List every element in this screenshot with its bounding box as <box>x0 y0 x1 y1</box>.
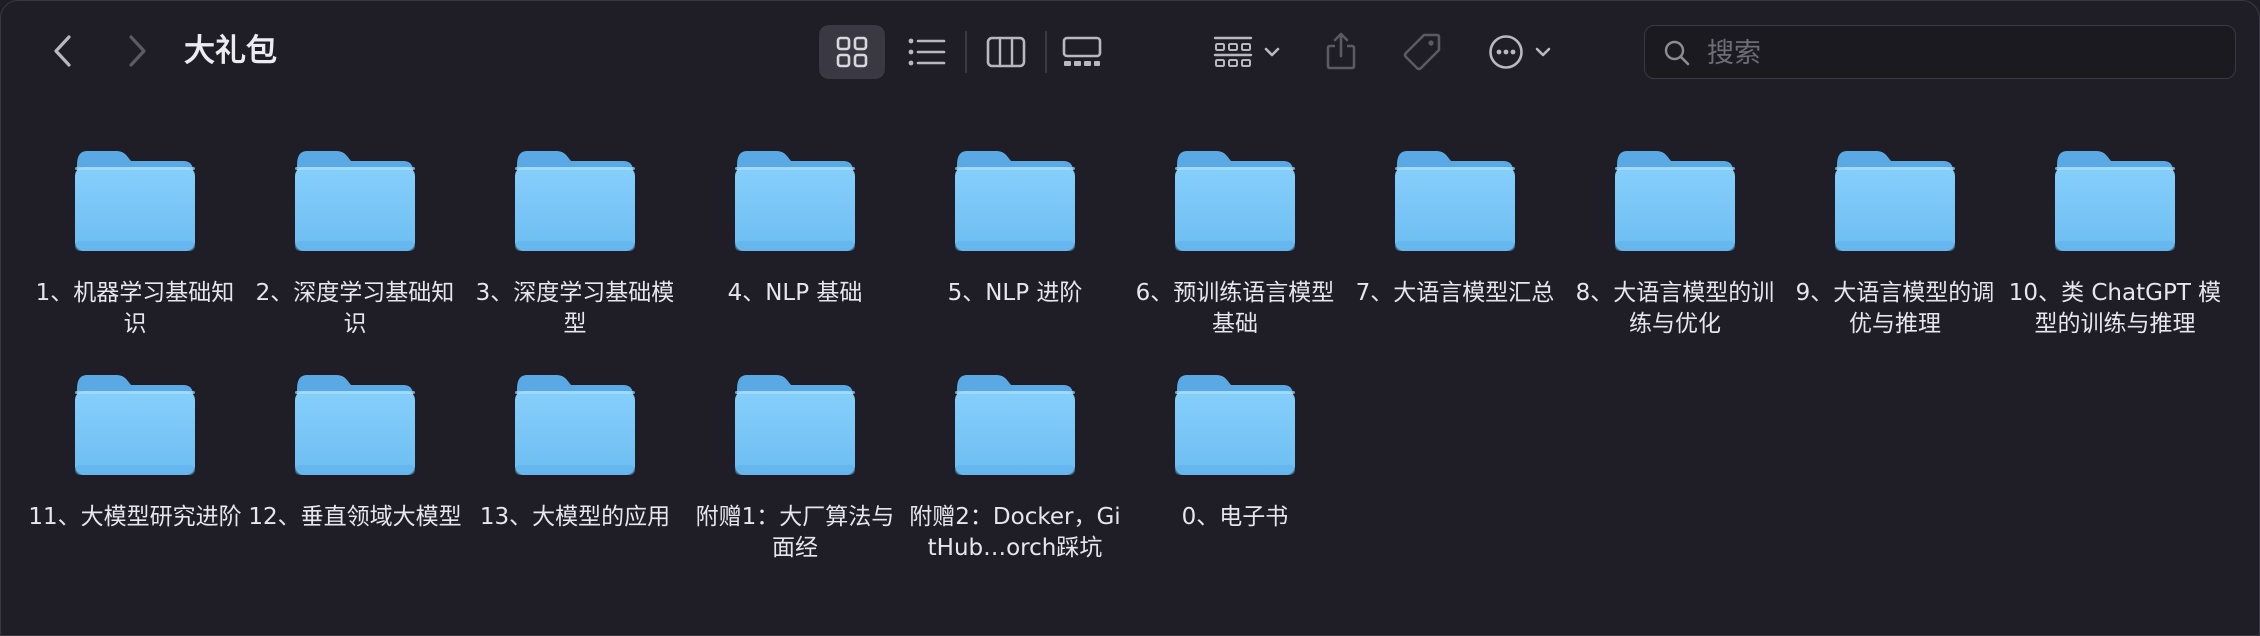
folder-name: 5、NLP 进阶 <box>947 280 1083 306</box>
folder-item[interactable]: 1、机器学习基础知识 <box>25 141 245 365</box>
share-button[interactable] <box>1319 23 1363 79</box>
search-input[interactable] <box>1705 32 2219 74</box>
list-view-button[interactable] <box>897 25 957 79</box>
more-actions-button[interactable] <box>1483 25 1557 79</box>
folder-name: 8、大语言模型的训练与优化 <box>1575 280 1775 337</box>
toolbar: 大礼包 <box>1 1 2259 101</box>
folder-item[interactable]: 附赠1：大厂算法与面经 <box>685 365 905 589</box>
folder-name: 附赠1：大厂算法与面经 <box>695 504 895 561</box>
folder-icon <box>735 151 855 251</box>
folder-name: 7、大语言模型汇总 <box>1355 280 1555 306</box>
folder-icon <box>955 151 1075 251</box>
folder-name: 9、大语言模型的调优与推理 <box>1795 280 1995 337</box>
ellipsis-circle-icon <box>1489 35 1523 69</box>
folder-name: 13、大模型的应用 <box>479 504 671 530</box>
folder-name: 0、电子书 <box>1181 504 1289 530</box>
folder-name: 1、机器学习基础知识 <box>35 280 235 337</box>
chevron-down-icon <box>1535 47 1551 57</box>
folder-icon <box>1615 151 1735 251</box>
folder-item[interactable]: 0、电子书 <box>1125 365 1345 589</box>
list-view-icon <box>908 38 946 66</box>
folder-icon <box>295 375 415 475</box>
folder-item[interactable]: 11、大模型研究进阶 <box>25 365 245 589</box>
folder-name: 附赠2：Docker，GitHub…orch踩坑 <box>909 504 1121 561</box>
folder-item[interactable]: 附赠2：Docker，GitHub…orch踩坑 <box>905 365 1125 589</box>
tag-button[interactable] <box>1395 25 1449 79</box>
column-view-button[interactable] <box>979 25 1033 79</box>
folder-name: 12、垂直领域大模型 <box>248 504 462 530</box>
group-by-icon <box>1213 36 1253 67</box>
chevron-left-icon <box>54 35 71 67</box>
search-field[interactable] <box>1644 25 2236 79</box>
chevron-down-icon <box>1264 47 1280 57</box>
folder-item[interactable]: 9、大语言模型的调优与推理 <box>1785 141 2005 365</box>
folder-name: 3、深度学习基础模型 <box>475 280 675 337</box>
folder-name: 6、预训练语言模型基础 <box>1135 280 1335 337</box>
folder-item[interactable]: 5、NLP 进阶 <box>905 141 1125 365</box>
folder-item[interactable]: 12、垂直领域大模型 <box>245 365 465 589</box>
folder-name: 2、深度学习基础知识 <box>255 280 455 337</box>
window-title: 大礼包 <box>184 33 277 69</box>
group-by-button[interactable] <box>1205 25 1289 79</box>
folder-icon <box>295 151 415 251</box>
folder-icon <box>2055 151 2175 251</box>
folder-icon <box>75 151 195 251</box>
gallery-view-icon <box>1062 36 1102 66</box>
forward-button[interactable] <box>119 29 155 73</box>
toolbar-divider <box>965 31 967 73</box>
back-button[interactable] <box>45 29 81 73</box>
folder-item[interactable]: 4、NLP 基础 <box>685 141 905 365</box>
folder-item[interactable]: 10、类 ChatGPT 模型的训练与推理 <box>2005 141 2225 365</box>
folder-grid: 1、机器学习基础知识 2、深度学习基础知识 3、深度学习基础模型 4、NLP 基… <box>25 141 2245 589</box>
folder-name: 11、大模型研究进阶 <box>28 504 242 530</box>
folder-icon <box>1175 151 1295 251</box>
folder-item[interactable]: 2、深度学习基础知识 <box>245 141 465 365</box>
finder-window: 大礼包 搜索 1、机器学习基础知识 2、深度学习基础知识 3、深度学习基础模型 … <box>0 0 2260 636</box>
folder-name: 4、NLP 基础 <box>727 280 863 306</box>
folder-icon <box>1175 375 1295 475</box>
search-icon <box>1664 40 1690 66</box>
folder-icon <box>75 375 195 475</box>
folder-icon <box>955 375 1075 475</box>
folder-item[interactable]: 13、大模型的应用 <box>465 365 685 589</box>
chevron-right-icon <box>129 35 146 67</box>
folder-item[interactable]: 7、大语言模型汇总 <box>1345 141 1565 365</box>
column-view-icon <box>986 36 1026 68</box>
folder-icon <box>515 375 635 475</box>
folder-item[interactable]: 6、预训练语言模型基础 <box>1125 141 1345 365</box>
folder-icon <box>735 375 855 475</box>
folder-icon <box>1835 151 1955 251</box>
tag-icon <box>1403 33 1441 71</box>
folder-icon <box>515 151 635 251</box>
gallery-view-button[interactable] <box>1055 25 1109 79</box>
folder-name: 10、类 ChatGPT 模型的训练与推理 <box>2008 280 2222 337</box>
folder-item[interactable]: 3、深度学习基础模型 <box>465 141 685 365</box>
folder-item[interactable]: 8、大语言模型的训练与优化 <box>1565 141 1785 365</box>
grid-view-icon <box>836 36 868 68</box>
icon-view-button[interactable] <box>819 25 885 79</box>
share-icon <box>1326 32 1356 70</box>
folder-icon <box>1395 151 1515 251</box>
toolbar-divider <box>1045 31 1047 73</box>
